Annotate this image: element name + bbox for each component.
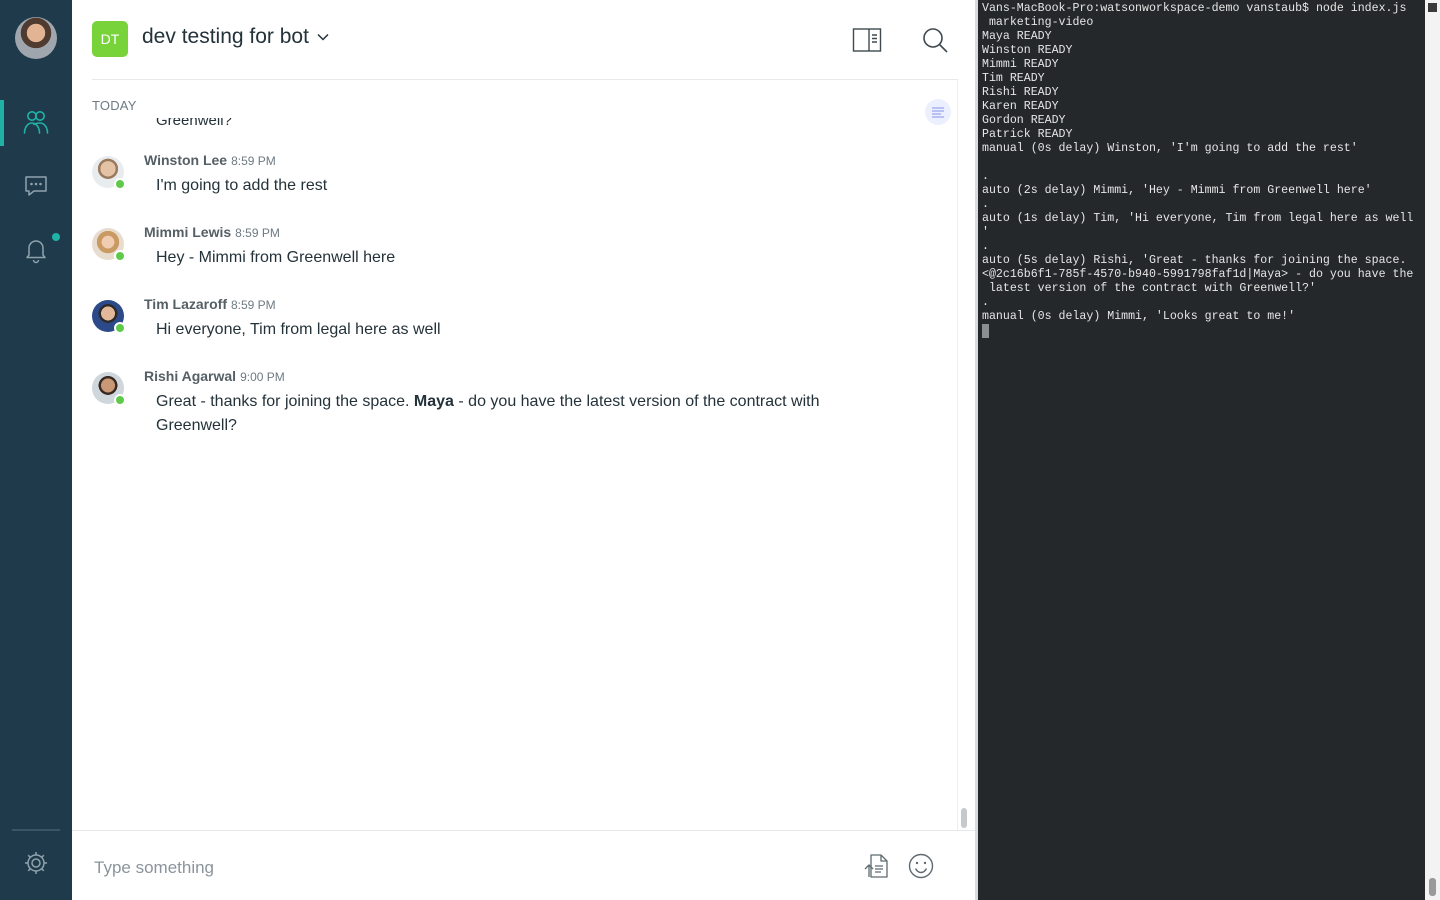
scroll-thumb[interactable] — [1429, 878, 1436, 896]
terminal-line: manual (0s delay) Winston, 'I'm going to… — [982, 142, 1358, 155]
message-item: Rishi Agarwal 9:00 PM Great - thanks for … — [92, 368, 942, 448]
chat-scrollbar[interactable] — [961, 808, 967, 828]
upload-file-icon[interactable] — [863, 852, 891, 880]
terminal-line: Vans-MacBook-Pro:watsonworkspace-demo va… — [982, 2, 1407, 15]
scroll-up-icon[interactable] — [1428, 3, 1437, 12]
terminal-window[interactable]: Vans-MacBook-Pro:watsonworkspace-demo va… — [978, 0, 1425, 900]
presence-indicator — [114, 250, 126, 262]
terminal-line: Patrick READY — [982, 128, 1073, 141]
terminal-line: latest version of the contract with Gree… — [988, 282, 1316, 295]
terminal-line: . — [982, 198, 989, 211]
message-text: Hi everyone, Tim from legal here as well — [156, 321, 441, 338]
terminal-line: auto (2s delay) Mimmi, 'Hey - Mimmi from… — [982, 184, 1372, 197]
message-author[interactable]: Rishi Agarwal — [144, 368, 236, 384]
message-text-part: Great - thanks for joining the space. — [156, 393, 414, 410]
terminal-line: Mimmi READY — [982, 58, 1059, 71]
left-rail — [0, 0, 72, 900]
composer-divider — [72, 830, 975, 831]
message-item: Tim Lazaroff 8:59 PM Hi everyone, Tim fro… — [92, 296, 942, 356]
day-separator: TODAY — [92, 98, 137, 113]
message-text: Hey - Mimmi from Greenwell here — [156, 249, 396, 266]
terminal-output: Vans-MacBook-Pro:watsonworkspace-demo va… — [982, 2, 1413, 324]
terminal-line: ' — [982, 226, 989, 239]
message-time: 8:59 PM — [230, 298, 276, 312]
rail-divider — [12, 829, 60, 831]
message-input[interactable] — [94, 856, 794, 880]
terminal-line: Rishi READY — [982, 86, 1059, 99]
presence-indicator — [114, 322, 126, 334]
search-icon[interactable] — [920, 26, 950, 54]
terminal-line: . — [982, 170, 989, 183]
chevron-down-icon[interactable] — [316, 30, 330, 44]
message-text: I'm going to add the rest — [156, 177, 328, 194]
terminal-cursor — [982, 324, 989, 338]
message-item: Mimmi Lewis 8:59 PM Hey - Mimmi from Gree… — [92, 224, 942, 284]
message-item: Winston Lee 8:59 PM I'm going to add the … — [92, 152, 942, 212]
chat-icon[interactable] — [22, 172, 50, 200]
space-title[interactable]: dev testing for bot — [142, 25, 309, 49]
presence-indicator — [114, 178, 126, 190]
terminal-line: marketing-video — [988, 16, 1094, 29]
terminal-line: Gordon READY — [982, 114, 1066, 127]
user-avatar[interactable] — [15, 17, 57, 59]
message-text: Great - thanks for joining the space. Ma… — [156, 390, 836, 438]
terminal-line: Karen READY — [982, 100, 1059, 113]
message-time: 9:00 PM — [240, 370, 285, 384]
terminal-line: manual (0s delay) Mimmi, 'Looks great to… — [982, 310, 1296, 323]
message-author[interactable]: Tim Lazaroff — [144, 296, 227, 312]
sidebar-toggle-icon[interactable] — [852, 26, 882, 54]
summary-icon[interactable] — [925, 99, 951, 125]
space-badge[interactable]: DT — [92, 21, 128, 57]
terminal-line: Winston READY — [982, 44, 1073, 57]
chat-scroll-track — [957, 80, 958, 830]
terminal-line: auto (1s delay) Tim, 'Hi everyone, Tim f… — [982, 212, 1414, 225]
spaces-icon[interactable] — [22, 108, 50, 136]
terminal-scrollbar[interactable] — [1425, 0, 1440, 900]
message-time: 8:59 PM — [231, 154, 276, 168]
header-divider — [92, 79, 958, 80]
previous-message-fragment: Greenwell? — [156, 112, 232, 129]
terminal-line: <@2c16b6f1-785f-4570-b940-5991798faf1d|M… — [982, 268, 1414, 281]
presence-indicator — [114, 394, 126, 406]
active-nav-indicator — [0, 100, 4, 146]
space-header: DT dev testing for bot — [72, 0, 975, 80]
emoji-icon[interactable] — [907, 852, 935, 880]
terminal-line: Maya READY — [982, 30, 1052, 43]
message-author[interactable]: Winston Lee — [144, 152, 227, 168]
unread-dot — [52, 233, 60, 241]
terminal-line: . — [982, 240, 989, 253]
message-author[interactable]: Mimmi Lewis — [144, 224, 231, 240]
terminal-line: auto (5s delay) Rishi, 'Great - thanks f… — [982, 254, 1407, 267]
user-mention[interactable]: Maya — [414, 393, 454, 410]
gear-icon[interactable] — [22, 849, 50, 877]
terminal-line: Tim READY — [982, 72, 1045, 85]
terminal-line: . — [982, 296, 989, 309]
notifications-icon[interactable] — [22, 236, 50, 264]
message-time: 8:59 PM — [235, 226, 280, 240]
